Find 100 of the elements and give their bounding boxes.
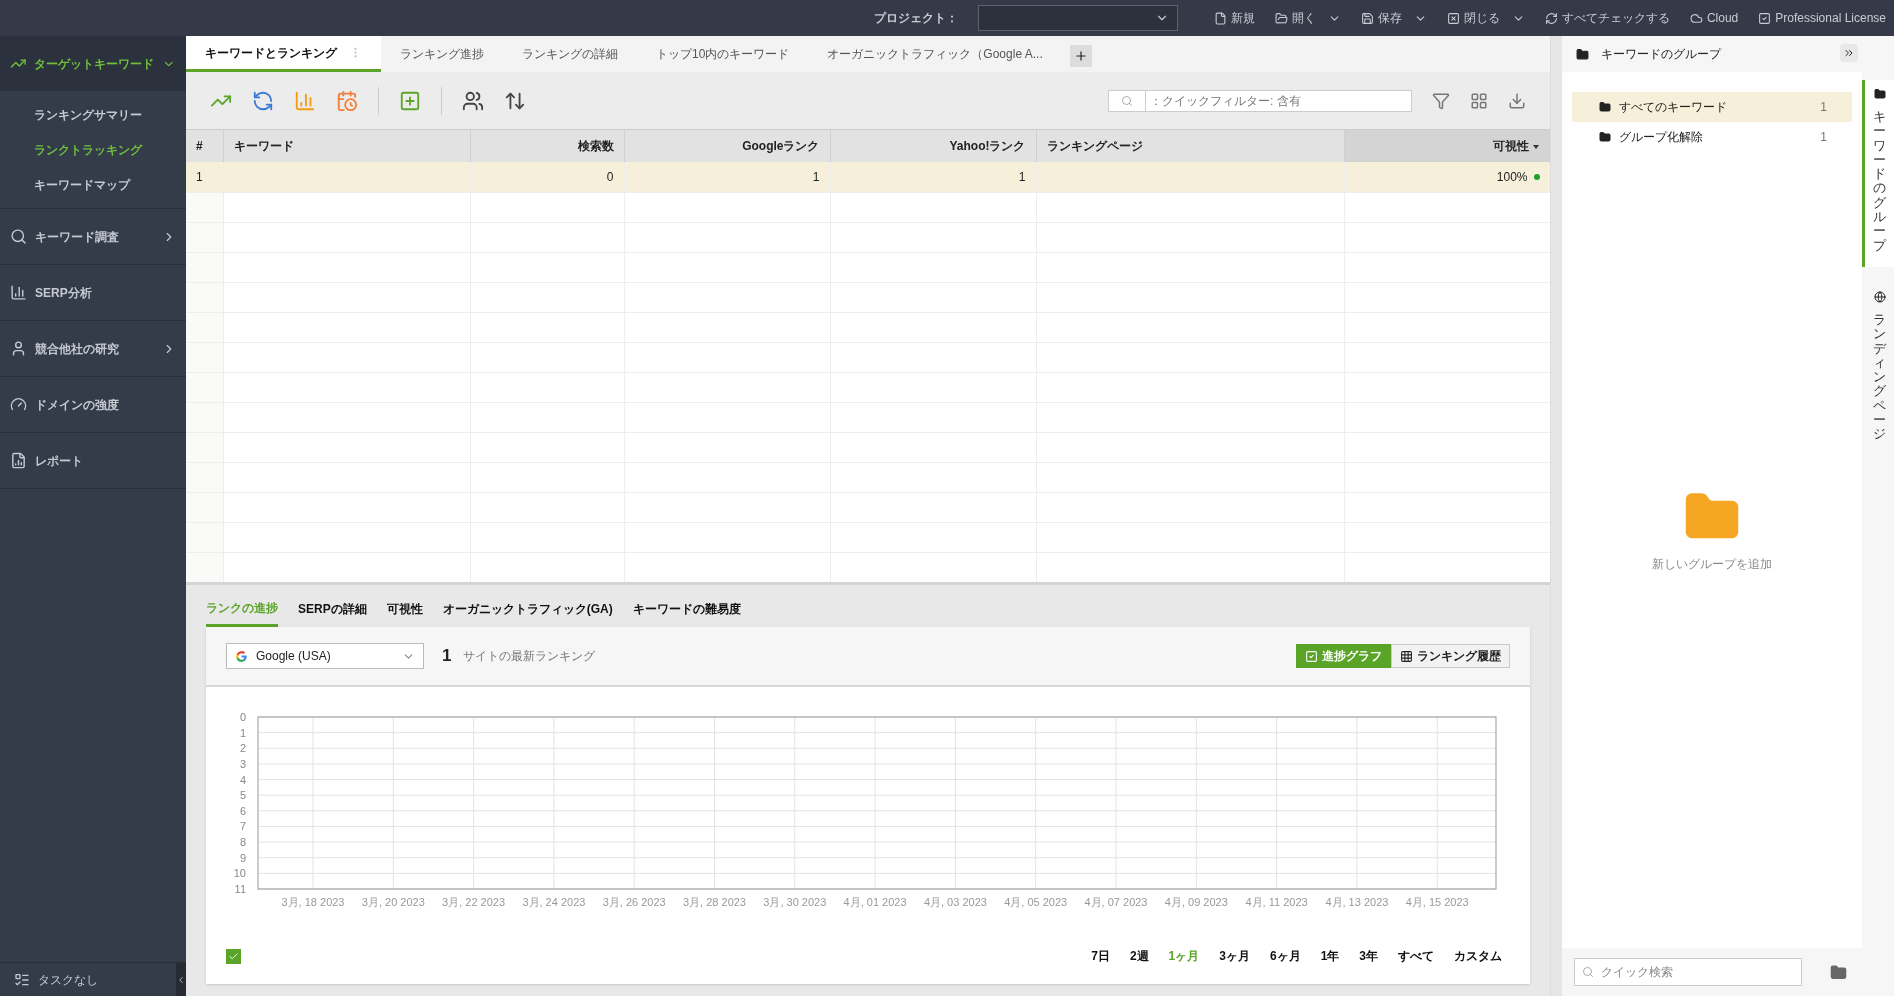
group-count: 1 <box>1820 99 1827 116</box>
toolbar-button[interactable]: Professional License <box>1758 9 1886 27</box>
visibility-value: 100% <box>1496 168 1528 186</box>
range-button[interactable]: 6ヶ月 <box>1269 947 1301 965</box>
plus-icon <box>1073 49 1088 63</box>
y-tick-label: 5 <box>239 789 246 802</box>
table-row[interactable]: 1 0 1 1 100% <box>186 162 1550 192</box>
folder-icon <box>1599 101 1611 113</box>
tab[interactable]: 可視性 <box>386 591 423 627</box>
group-item[interactable]: グループ化解除 1 <box>1572 122 1852 152</box>
search-icon <box>1121 94 1133 107</box>
x-tick-label: 4月, 15 2023 <box>1405 896 1469 908</box>
tab[interactable]: トップ10内のキーワード <box>637 36 809 72</box>
group-item[interactable]: すべてのキーワード 1 <box>1572 92 1852 122</box>
toolbar-button[interactable]: 開く <box>1274 9 1316 27</box>
toolbar-button[interactable]: 新規 <box>1213 9 1255 27</box>
tab[interactable]: キーワードの難易度 <box>632 591 741 627</box>
users-icon[interactable] <box>462 89 484 112</box>
x-tick-label: 3月, 22 2023 <box>442 896 506 908</box>
legend-checkbox[interactable] <box>226 948 241 964</box>
sort-caret-icon <box>1533 144 1539 149</box>
x-tick-label: 3月, 30 2023 <box>763 896 827 908</box>
range-button[interactable]: すべて <box>1398 947 1434 965</box>
column-header[interactable]: 可視性 <box>1344 130 1550 162</box>
site-count-label: サイトの最新ランキング <box>463 648 596 665</box>
report-icon <box>10 452 27 469</box>
close-icon <box>1446 11 1460 25</box>
column-header[interactable]: Googleランク <box>624 130 830 162</box>
x-tick-label: 3月, 28 2023 <box>683 896 746 908</box>
x-tick-label: 4月, 09 2023 <box>1164 896 1228 908</box>
sidebar-item[interactable]: ターゲットキーワード <box>0 36 186 91</box>
tab[interactable]: ランキング進捗 <box>381 36 503 72</box>
y-tick-label: 0 <box>239 711 246 723</box>
toolbar-button[interactable]: 保存 <box>1360 9 1402 27</box>
tab[interactable]: オーガニックトラフィック(GA) <box>442 591 613 627</box>
sidebar-item[interactable]: 競合他社の研究 <box>0 321 186 376</box>
x-tick-label: 3月, 26 2023 <box>602 896 666 908</box>
table-cell: 0 <box>470 162 624 192</box>
side-tab[interactable]: キーワードのグループ <box>1862 80 1894 267</box>
search-icon <box>10 228 27 245</box>
sidebar-item[interactable]: ドメインの強度 <box>0 377 186 432</box>
tab[interactable]: キーワードとランキング <box>186 36 381 72</box>
sidebar-subitem[interactable]: ランキングサマリー <box>0 97 186 132</box>
engine-select[interactable]: Google (USA) <box>226 643 424 669</box>
refresh-icon <box>1544 11 1558 25</box>
tab[interactable]: SERPの詳細 <box>298 591 367 627</box>
column-header[interactable]: Yahoo!ランク <box>830 130 1036 162</box>
sidebar-item[interactable]: SERP分析 <box>0 265 186 320</box>
gauge-icon <box>10 396 27 413</box>
table-cell: 1 <box>186 162 223 192</box>
column-header[interactable]: ランキングページ <box>1036 130 1344 162</box>
x-tick-label: 4月, 05 2023 <box>1004 896 1068 908</box>
y-tick-label: 9 <box>239 851 246 864</box>
grid-icon[interactable] <box>1470 91 1488 110</box>
range-button[interactable]: 2週 <box>1129 947 1149 965</box>
task-status: タスクなし <box>38 971 99 989</box>
range-button[interactable]: 3ヶ月 <box>1219 947 1250 965</box>
globe-icon <box>1873 290 1886 303</box>
chevrons-icon <box>1843 47 1855 59</box>
view-toggle-button[interactable]: ランキング履歴 <box>1391 644 1510 668</box>
add-icon[interactable] <box>399 89 421 112</box>
group-count: 1 <box>1820 129 1827 146</box>
table-icon <box>1400 649 1413 663</box>
task-list-icon <box>14 971 30 988</box>
sidebar-item[interactable]: レポート <box>0 433 186 488</box>
y-tick-label: 8 <box>239 836 246 849</box>
range-button[interactable]: 7日 <box>1091 947 1110 965</box>
column-header[interactable]: # <box>186 130 223 162</box>
range-button[interactable]: 1年 <box>1320 947 1340 965</box>
search-field[interactable]: クイック検索 <box>1574 958 1802 986</box>
range-button[interactable]: 3年 <box>1359 947 1378 965</box>
column-header[interactable]: キーワード <box>223 130 470 162</box>
tab[interactable]: オーガニックトラフィック（Google A... <box>808 36 1062 72</box>
download-icon[interactable] <box>1508 91 1526 110</box>
filter-field[interactable]: ：クイックフィルター: 含有 <box>1146 89 1412 112</box>
range-button[interactable]: カスタム <box>1454 947 1502 965</box>
google-icon <box>235 649 248 663</box>
file-icon <box>1213 11 1227 25</box>
toolbar-button[interactable]: Cloud <box>1689 9 1739 27</box>
collapse-panel-button[interactable] <box>1840 44 1858 62</box>
x-tick-label: 3月, 20 2023 <box>361 896 425 908</box>
filter-icon[interactable] <box>1432 91 1450 110</box>
toolbar-button[interactable]: 閉じる <box>1446 9 1500 27</box>
calendar-icon[interactable] <box>336 89 358 112</box>
sidebar-item[interactable]: キーワード調査 <box>0 209 186 264</box>
sidebar-subitem[interactable]: キーワードマップ <box>0 167 186 202</box>
toolbar-button[interactable]: すべてチェックする <box>1544 9 1670 27</box>
project-select[interactable] <box>977 5 1178 31</box>
table-cell: 1 <box>624 162 830 192</box>
project-label: プロジェクト： <box>873 10 958 27</box>
y-tick-label: 7 <box>239 820 246 833</box>
tab[interactable]: ランキングの詳細 <box>503 36 637 72</box>
y-tick-label: 1 <box>239 726 246 739</box>
sidebar-subitem[interactable]: ランクトラッキング <box>0 132 186 167</box>
add-tab-button[interactable] <box>1069 45 1092 67</box>
x-tick-label: 4月, 13 2023 <box>1325 896 1389 908</box>
x-tick-label: 4月, 01 2023 <box>843 896 907 908</box>
folder-icon <box>1599 131 1611 143</box>
column-header[interactable]: 検索数 <box>470 130 624 162</box>
refresh-icon[interactable] <box>252 89 274 112</box>
